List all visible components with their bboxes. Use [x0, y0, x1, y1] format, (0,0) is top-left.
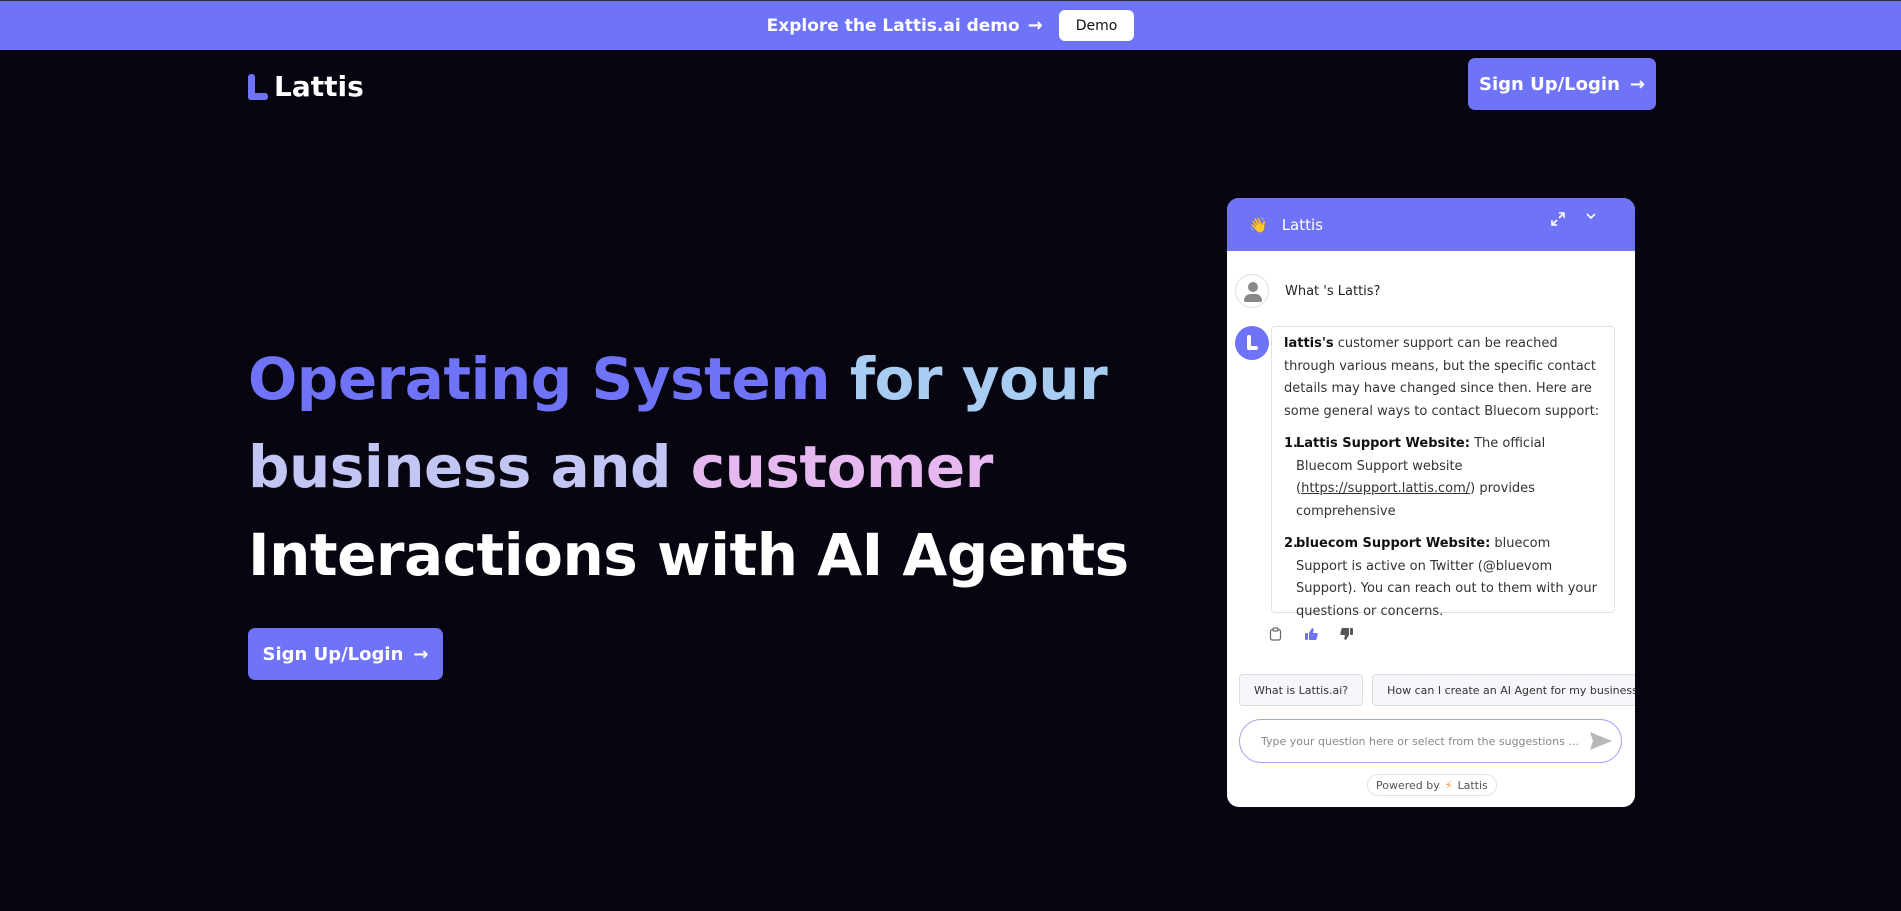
- chat-input-box: [1239, 719, 1622, 763]
- banner-text: Explore the Lattis.ai demo: [766, 15, 1020, 36]
- user-message: What 's Lattis?: [1285, 283, 1381, 299]
- arrow-right-icon: →: [1629, 73, 1645, 95]
- logo-mark-icon: [248, 73, 268, 100]
- hero-line-1: Operating System for your: [248, 335, 1108, 423]
- list-item-title: bluecom Support Website:: [1296, 536, 1491, 551]
- send-icon[interactable]: [1581, 731, 1621, 751]
- thumbs-up-icon[interactable]: [1303, 626, 1319, 642]
- bot-brand: lattis's: [1284, 336, 1334, 351]
- hero-line-3: Interactions with AI Agents: [248, 521, 1129, 589]
- bot-message: lattis's customer support can be reached…: [1271, 326, 1615, 619]
- powered-brand: Lattis: [1457, 778, 1488, 792]
- hero-text: and: [530, 433, 672, 501]
- hero-text: customer: [671, 433, 994, 501]
- hero-line-2: business and customer: [248, 423, 1048, 511]
- header-signup-button[interactable]: Sign Up/Login →: [1468, 58, 1656, 110]
- suggestion-chip[interactable]: How can I create an AI Agent for my busi…: [1372, 674, 1635, 706]
- user-avatar-icon: [1235, 274, 1269, 308]
- copy-icon[interactable]: [1267, 626, 1283, 642]
- feedback-bar: [1267, 626, 1355, 642]
- wave-icon: 👋: [1249, 215, 1268, 234]
- suggestion-chips: What is Lattis.ai? How can I create an A…: [1239, 674, 1635, 706]
- list-number: 1.: [1284, 436, 1298, 451]
- hero-signup-button[interactable]: Sign Up/Login →: [248, 628, 443, 680]
- suggestion-chip[interactable]: What is Lattis.ai?: [1239, 674, 1364, 706]
- arrow-right-icon: →: [1027, 15, 1043, 36]
- powered-by-badge[interactable]: Powered by ⚡ Lattis: [1367, 774, 1497, 796]
- list-item: 2. bluecom Support Website: bluecom Supp…: [1284, 533, 1602, 623]
- logo[interactable]: Lattis: [248, 70, 364, 103]
- logo-text: Lattis: [274, 70, 364, 103]
- chat-title: Lattis: [1281, 215, 1323, 234]
- thumbs-down-icon[interactable]: [1339, 626, 1355, 642]
- chat-input[interactable]: [1261, 734, 1581, 748]
- hero-text: for your: [830, 345, 1108, 413]
- list-item: 1. Lattis Support Website: The official …: [1284, 433, 1602, 523]
- bot-answer-list: 1. Lattis Support Website: The official …: [1284, 433, 1602, 623]
- powered-by-text: Powered by: [1376, 778, 1440, 792]
- list-number: 2.: [1284, 536, 1298, 551]
- banner-link[interactable]: Explore the Lattis.ai demo →: [767, 15, 1043, 36]
- hero-text: business: [248, 433, 531, 501]
- bot-message-lead: lattis's customer support can be reached…: [1284, 333, 1602, 423]
- header-signup-label: Sign Up/Login: [1479, 73, 1620, 95]
- arrow-right-icon: →: [413, 643, 429, 665]
- bolt-icon: ⚡: [1444, 778, 1453, 792]
- top-banner: Explore the Lattis.ai demo → Demo: [0, 0, 1901, 50]
- bot-avatar-icon: [1235, 326, 1269, 360]
- chat-header: 👋 Lattis: [1227, 198, 1635, 251]
- hero-signup-label: Sign Up/Login: [262, 643, 404, 665]
- hero-heading: Operating System for your business and c…: [248, 335, 1129, 599]
- user-message-row: What 's Lattis?: [1235, 274, 1380, 308]
- support-link[interactable]: https://support.lattis.com/: [1301, 481, 1470, 496]
- hero-highlight: Operating System: [248, 345, 831, 413]
- demo-button[interactable]: Demo: [1058, 10, 1135, 41]
- list-item-title: Lattis Support Website:: [1296, 436, 1470, 451]
- chevron-down-icon[interactable]: [1585, 210, 1597, 226]
- chat-widget: 👋 Lattis What 's Lattis? lattis's custom…: [1227, 198, 1635, 807]
- expand-icon[interactable]: [1551, 212, 1565, 230]
